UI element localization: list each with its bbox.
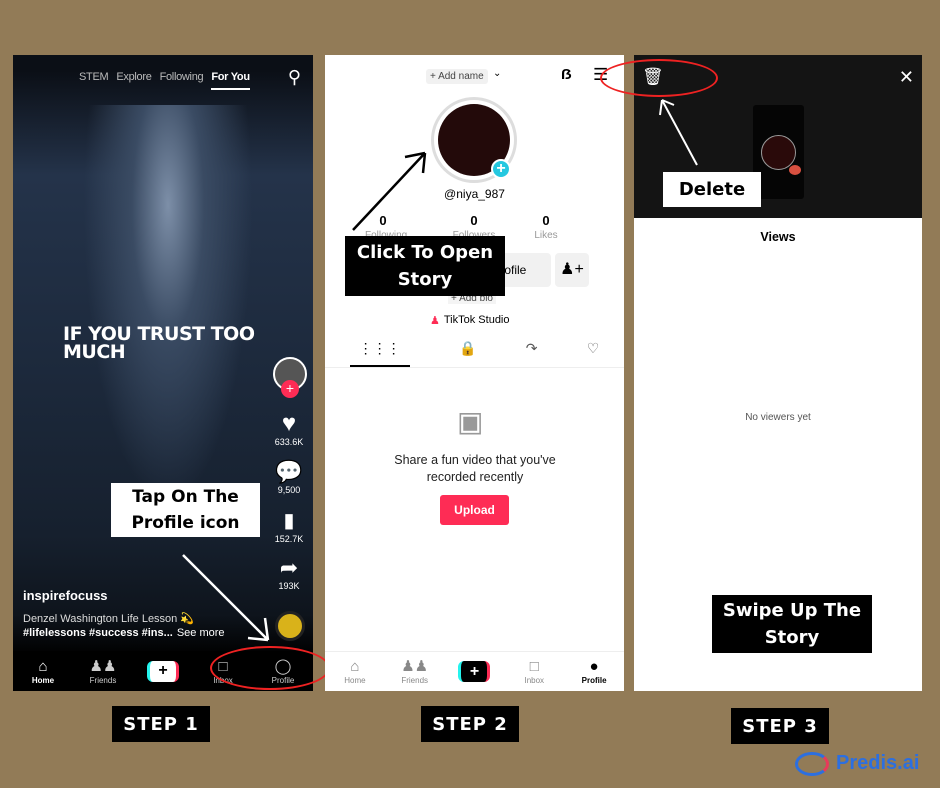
liked-tab-heart-icon[interactable]: ♡ xyxy=(587,340,600,367)
studio-label: TikTok Studio xyxy=(443,314,510,326)
private-tab-lock-icon[interactable]: 🔒 xyxy=(459,340,476,367)
tap-profile-callout: Tap On The Profile icon xyxy=(111,483,260,537)
photo-placeholder-icon: ▣ xyxy=(457,406,484,437)
create-plus-icon: + xyxy=(147,660,179,682)
step2-label: STEP 2 xyxy=(421,706,519,742)
studio-icon: ♟ xyxy=(430,315,440,327)
views-title: Views xyxy=(760,230,796,244)
delete-callout: Delete xyxy=(663,172,761,207)
friends-icon: ♟♟ xyxy=(401,658,429,675)
home-icon: ⌂ xyxy=(350,658,360,675)
heart-icon: ♥ xyxy=(281,410,297,437)
predis-brand: Predis.ai xyxy=(836,752,920,774)
nav-label: Home xyxy=(344,676,366,685)
nav-create[interactable]: + xyxy=(136,660,191,682)
comment-count: 9,500 xyxy=(277,485,301,495)
follow-plus-icon[interactable]: + xyxy=(281,380,299,398)
arrow-to-avatar xyxy=(352,151,427,231)
stat-likes[interactable]: 0 Likes xyxy=(528,212,564,241)
no-viewers-text: No viewers yet xyxy=(745,412,811,423)
upload-button[interactable]: Upload xyxy=(440,495,509,525)
videos-tab-icon[interactable]: ⋮⋮⋮ xyxy=(349,340,410,367)
bottom-nav: ⌂ Home ♟♟ Friends + □ Inbox ● Profile xyxy=(325,651,624,691)
add-story-plus-icon[interactable]: + xyxy=(491,159,511,179)
video-overlay-text: IF YOU TRUST TOO MUCH xyxy=(63,323,255,363)
nav-create[interactable]: + xyxy=(447,661,502,682)
friends-icon: ♟♟ xyxy=(89,657,117,675)
profile-icon: ● xyxy=(589,658,599,675)
predis-logo-icon xyxy=(795,752,829,776)
nav-inbox[interactable]: □ Inbox xyxy=(507,658,562,685)
bookmark-icon: ▮ xyxy=(283,510,295,532)
hashtags: #lifelessons #success #ins... xyxy=(23,627,173,639)
step2-screenshot: + Add name ⌄ ẞ ☰ + @niya_987 0Following … xyxy=(325,55,624,691)
home-icon: ⌂ xyxy=(38,657,48,675)
nav-label: Inbox xyxy=(524,676,545,685)
arrow-to-profile xyxy=(182,554,270,642)
footprints-icon[interactable]: ẞ xyxy=(561,66,572,83)
add-name-button[interactable]: + Add name xyxy=(426,69,488,84)
video-caption: Denzel Washington Life Lesson 💫 xyxy=(23,613,195,625)
profile-highlight-circle xyxy=(210,646,330,690)
save-button[interactable]: ▮ 152.7K xyxy=(271,508,307,544)
creator-username[interactable]: inspirefocuss xyxy=(23,588,108,603)
nav-label: Profile xyxy=(581,676,607,685)
nav-label: Home xyxy=(31,675,55,685)
video-frame xyxy=(83,105,253,505)
chevron-down-icon[interactable]: ⌄ xyxy=(493,68,501,79)
comment-button[interactable]: 💬 9,500 xyxy=(271,459,307,495)
open-story-callout: Click To Open Story xyxy=(345,236,505,296)
step1-screenshot: STEM Explore Following For You ⚲ IF YOU … xyxy=(13,55,313,691)
profile-tabs: ⋮⋮⋮ 🔒 ↷ ♡ xyxy=(325,340,624,368)
step3-screenshot: 🗑 ✕ Delete Views No viewers yet Swipe Up… xyxy=(634,55,922,691)
sticker-icon xyxy=(789,165,801,175)
tiktok-studio-link[interactable]: ♟ TikTok Studio xyxy=(430,314,510,327)
reposts-tab-icon[interactable]: ↷ xyxy=(526,340,538,367)
step3-label: STEP 3 xyxy=(731,708,829,744)
nav-friends[interactable]: ♟♟ Friends xyxy=(76,658,131,685)
tab-stem[interactable]: STEM xyxy=(79,71,109,90)
nav-home[interactable]: ⌂ Home xyxy=(16,658,71,685)
step1-label: STEP 1 xyxy=(112,706,210,742)
nav-label: Friends xyxy=(401,676,429,685)
empty-state-text: Share a fun video that you've recorded r… xyxy=(394,453,556,484)
feed-tabs: STEM Explore Following For You xyxy=(79,71,250,90)
like-button[interactable]: ♥ 633.6K xyxy=(271,410,307,448)
like-count: 633.6K xyxy=(274,437,304,447)
tab-explore[interactable]: Explore xyxy=(116,71,152,90)
nav-home[interactable]: ⌂ Home xyxy=(327,658,382,685)
arrow-to-trash xyxy=(659,99,698,166)
nav-profile[interactable]: ● Profile xyxy=(567,658,622,685)
trash-highlight-circle xyxy=(600,59,718,97)
add-friend-icon[interactable]: ♟+ xyxy=(555,253,589,287)
inbox-icon: □ xyxy=(529,658,539,675)
create-plus-icon: + xyxy=(458,661,491,682)
swipe-up-callout: Swipe Up The Story xyxy=(712,595,872,653)
tab-for-you[interactable]: For You xyxy=(211,71,250,90)
nav-friends[interactable]: ♟♟ Friends xyxy=(387,658,442,685)
close-icon[interactable]: ✕ xyxy=(899,67,914,88)
stat-value: 0 xyxy=(470,213,478,228)
comment-icon: 💬 xyxy=(275,459,303,484)
stat-value: 0 xyxy=(542,213,550,228)
search-icon[interactable]: ⚲ xyxy=(288,67,301,88)
nav-label: Friends xyxy=(89,675,117,685)
save-count: 152.7K xyxy=(274,534,304,544)
tab-following[interactable]: Following xyxy=(160,71,204,90)
stat-label: Likes xyxy=(534,230,558,241)
